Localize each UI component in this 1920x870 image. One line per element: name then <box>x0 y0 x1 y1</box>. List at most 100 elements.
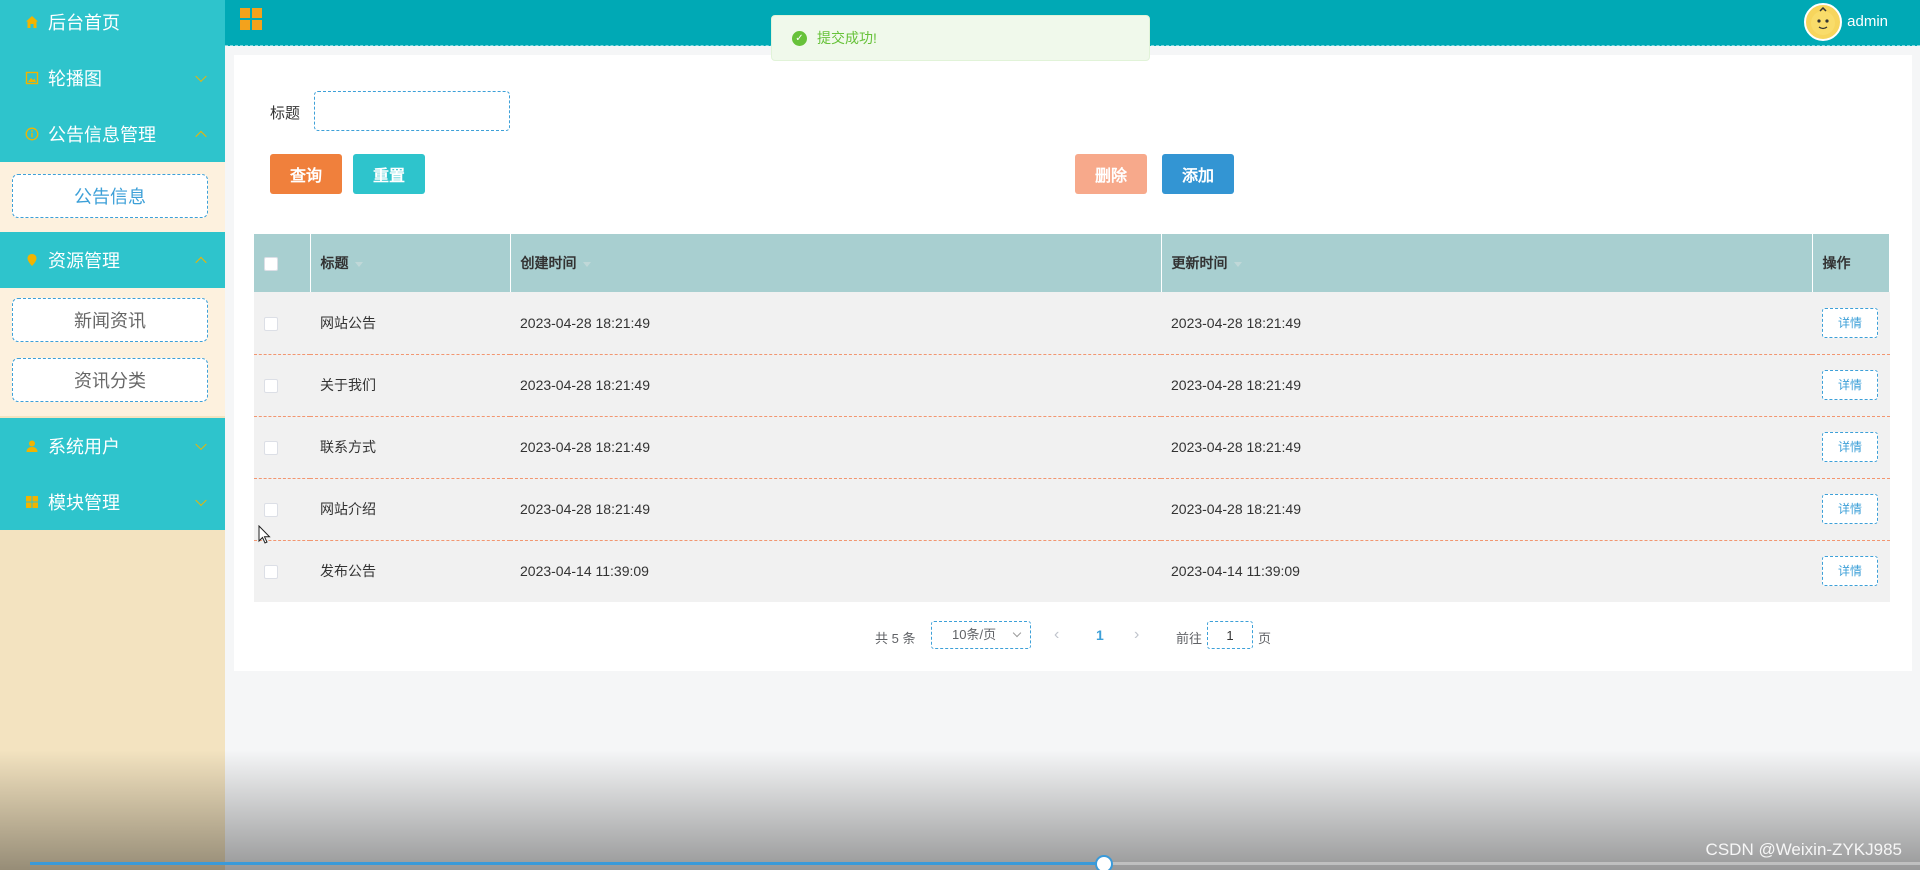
row-checkbox[interactable] <box>264 379 278 394</box>
row-checkbox[interactable] <box>264 565 278 580</box>
cell-created: 2023-04-14 11:39:09 <box>510 540 1161 602</box>
resource-submenu: 新闻资讯 资讯分类 <box>0 288 225 416</box>
sidebar-item-system-users[interactable]: 系统用户 <box>0 418 225 474</box>
table-row: 联系方式 2023-04-28 18:21:49 2023-04-28 18:2… <box>254 416 1890 479</box>
sidebar-subitem-label: 新闻资讯 <box>74 311 146 331</box>
sidebar-item-label: 资源管理 <box>48 251 120 271</box>
chevron-down-icon <box>195 438 207 451</box>
next-page-icon[interactable]: › <box>1134 626 1139 644</box>
chevron-down-icon <box>1012 628 1022 638</box>
announcement-table: 标题 创建时间 更新时间 操作 网站公告 2023-04-28 18:21:49… <box>254 234 1890 602</box>
column-header-title[interactable]: 标题 <box>310 234 511 292</box>
toast-message: 提交成功! <box>817 30 877 46</box>
cell-updated: 2023-04-28 18:21:49 <box>1161 416 1812 479</box>
select-all-checkbox[interactable] <box>264 257 278 272</box>
sidebar-item-module-management[interactable]: 模块管理 <box>0 474 225 530</box>
cell-updated: 2023-04-28 18:21:49 <box>1161 292 1812 355</box>
select-all-cell <box>254 234 311 292</box>
cell-updated: 2023-04-28 18:21:49 <box>1161 354 1812 417</box>
detail-button[interactable]: 详情 <box>1822 432 1878 462</box>
sidebar-subitem-label: 资讯分类 <box>74 371 146 391</box>
chevron-up-icon <box>195 130 207 143</box>
success-toast: ✓ 提交成功! <box>771 15 1150 61</box>
title-search-input[interactable] <box>314 91 510 131</box>
column-header-label: 更新时间 <box>1171 255 1228 271</box>
sort-icon[interactable] <box>1233 261 1242 267</box>
table-row: 发布公告 2023-04-14 11:39:09 2023-04-14 11:3… <box>254 540 1890 602</box>
row-checkbox-cell <box>254 416 310 479</box>
goto-prefix: 前往 <box>1176 631 1203 646</box>
sidebar-item-announcement-management[interactable]: 公告信息管理 <box>0 106 225 162</box>
menu-toggle-icon[interactable] <box>240 8 262 30</box>
delete-button[interactable]: 删除 <box>1075 154 1147 194</box>
add-button[interactable]: 添加 <box>1162 154 1234 194</box>
row-checkbox[interactable] <box>264 503 278 518</box>
sidebar-item-label: 后台首页 <box>48 13 120 33</box>
video-progress-bar[interactable] <box>30 855 1920 870</box>
user-icon <box>24 438 40 454</box>
sort-icon[interactable] <box>582 261 591 267</box>
reset-button[interactable]: 重置 <box>353 154 425 194</box>
detail-button[interactable]: 详情 <box>1822 370 1878 400</box>
search-label: 标题 <box>270 105 301 122</box>
column-header-label: 创建时间 <box>520 255 577 271</box>
avatar[interactable] <box>1804 3 1842 41</box>
watermark: CSDN @Weixin-ZYKJ985 <box>1705 840 1902 859</box>
cell-title: 关于我们 <box>310 354 510 417</box>
goto-page-input[interactable] <box>1207 621 1253 649</box>
sidebar-item-carousel[interactable]: 轮播图 <box>0 50 225 106</box>
page-number[interactable]: 1 <box>1096 627 1104 643</box>
chevron-up-icon <box>195 256 207 269</box>
chevron-down-icon <box>195 494 207 507</box>
query-button[interactable]: 查询 <box>270 154 342 194</box>
check-circle-icon: ✓ <box>792 30 807 46</box>
detail-button[interactable]: 详情 <box>1822 307 1878 338</box>
cell-created: 2023-04-28 18:21:49 <box>510 354 1161 417</box>
cell-actions: 详情 <box>1812 478 1890 541</box>
column-header-actions: 操作 <box>1812 234 1890 292</box>
pagination-total: 共 5 条 <box>875 631 916 646</box>
row-checkbox-cell <box>254 354 310 417</box>
row-checkbox[interactable] <box>264 441 278 456</box>
goto-suffix: 页 <box>1258 631 1272 646</box>
grid-icon <box>24 494 40 510</box>
main-panel: 标题 查询 重置 删除 添加 标题 创建时间 更新时间 操作 网站公告 2023… <box>234 55 1912 671</box>
detail-button[interactable]: 详情 <box>1822 494 1878 524</box>
sort-icon[interactable] <box>354 261 363 267</box>
cell-updated: 2023-04-14 11:39:09 <box>1161 540 1812 602</box>
username[interactable]: admin <box>1847 13 1888 30</box>
sidebar-subitem-news-category[interactable]: 资讯分类 <box>12 358 208 402</box>
cell-title: 网站介绍 <box>310 478 510 541</box>
video-progress-handle[interactable] <box>1094 855 1113 870</box>
table-header-row: 标题 创建时间 更新时间 操作 <box>254 234 1890 292</box>
row-checkbox[interactable] <box>264 316 278 331</box>
cell-created: 2023-04-28 18:21:49 <box>510 478 1161 541</box>
video-progress-fill <box>30 862 1104 865</box>
video-overlay-gradient <box>0 750 1920 870</box>
sidebar-subitem-news[interactable]: 新闻资讯 <box>12 298 208 342</box>
cell-actions: 详情 <box>1812 416 1890 479</box>
cell-title: 联系方式 <box>310 416 510 479</box>
sidebar-item-home[interactable]: 后台首页 <box>0 0 225 50</box>
cell-actions: 详情 <box>1812 292 1890 355</box>
announcement-submenu: 公告信息 <box>0 162 225 232</box>
page-size-value: 10条/页 <box>952 627 997 642</box>
sidebar-item-resource-management[interactable]: 资源管理 <box>0 232 225 288</box>
sidebar-subitem-announcement-info[interactable]: 公告信息 <box>12 174 208 218</box>
cell-actions: 详情 <box>1812 540 1890 602</box>
cell-actions: 详情 <box>1812 354 1890 417</box>
column-header-label: 操作 <box>1822 255 1851 271</box>
cell-created: 2023-04-28 18:21:49 <box>510 416 1161 479</box>
column-header-label: 标题 <box>320 255 349 271</box>
page-size-select[interactable]: 10条/页 <box>931 621 1031 649</box>
home-icon <box>24 14 40 30</box>
location-icon <box>24 252 40 268</box>
row-checkbox-cell <box>254 292 310 355</box>
column-header-updated[interactable]: 更新时间 <box>1161 234 1813 292</box>
info-icon <box>24 126 40 142</box>
sidebar-item-label: 模块管理 <box>48 493 120 513</box>
prev-page-icon[interactable]: ‹ <box>1054 626 1059 644</box>
table-row: 网站公告 2023-04-28 18:21:49 2023-04-28 18:2… <box>254 292 1890 355</box>
column-header-created[interactable]: 创建时间 <box>510 234 1162 292</box>
detail-button[interactable]: 详情 <box>1822 556 1878 587</box>
